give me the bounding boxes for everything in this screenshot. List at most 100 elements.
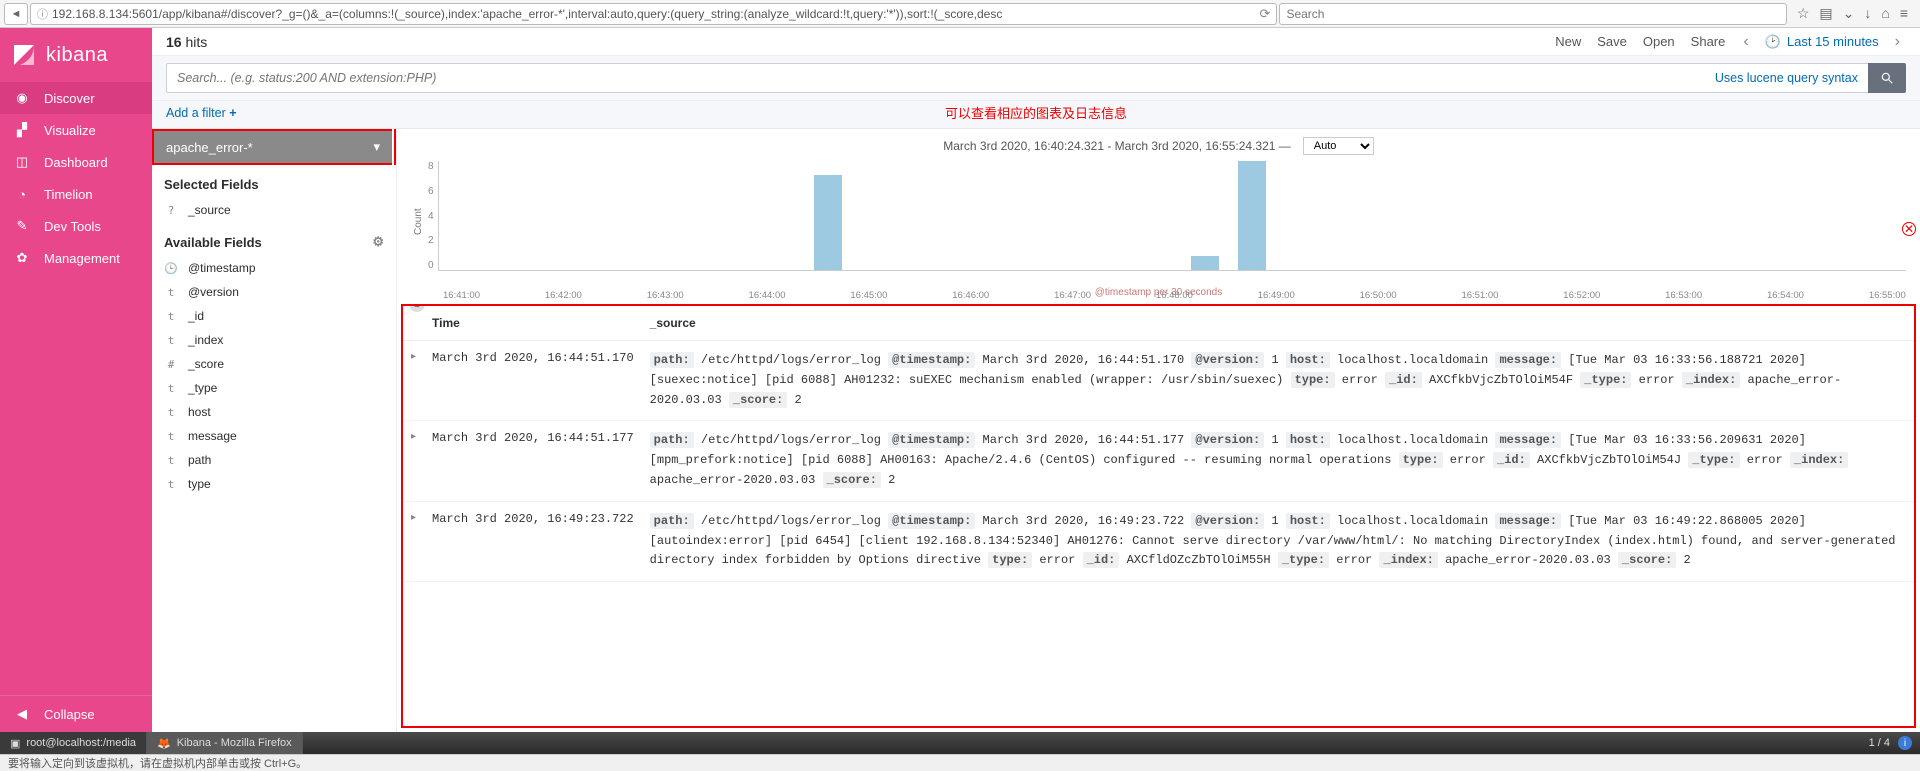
main-content: 16 hits NewSaveOpenShare ‹ 🕑 Last 15 min… <box>152 28 1920 732</box>
sidebar-item-dashboard[interactable]: ◫Dashboard <box>0 146 152 178</box>
col-source[interactable]: _source <box>642 306 1914 341</box>
pocket-icon[interactable]: ⌄ <box>1843 5 1855 22</box>
wrench-icon: ✎ <box>14 218 30 234</box>
expand-row-icon[interactable]: ▸ <box>403 341 424 421</box>
firefox-icon: 🦊 <box>157 737 171 750</box>
search-input[interactable] <box>177 71 1707 85</box>
expand-row-icon[interactable]: ▸ <box>403 501 424 581</box>
info-icon[interactable]: i <box>1898 736 1912 750</box>
field-name: @version <box>188 285 239 299</box>
workspace-indicator[interactable]: 1 / 4 i <box>1861 736 1920 750</box>
field-type[interactable]: ttype <box>152 472 396 496</box>
chart-bar[interactable] <box>1238 161 1266 270</box>
field-type-icon: ? <box>164 204 178 217</box>
selected-fields-title: Selected Fields <box>152 165 396 198</box>
col-time[interactable]: Time <box>424 306 642 341</box>
task-1[interactable]: 🦊Kibana - Mozilla Firefox <box>147 732 303 754</box>
time-prev-icon[interactable]: ‹ <box>1737 33 1754 51</box>
index-pattern-select[interactable]: apache_error-* ▾ <box>152 129 392 165</box>
open-button[interactable]: Open <box>1635 34 1683 49</box>
gear-icon[interactable]: ⚙ <box>372 234 384 250</box>
taskbar: ▣root@localhost:/media🦊Kibana - Mozilla … <box>0 732 1920 754</box>
x-axis-ticks: 16:41:0016:42:0016:43:0016:44:0016:45:00… <box>443 290 1906 301</box>
doc-time: March 3rd 2020, 16:44:51.177 <box>424 421 642 501</box>
field-_index[interactable]: t_index <box>152 328 396 352</box>
search-button[interactable] <box>1868 63 1906 93</box>
clipboard-icon[interactable]: ▤ <box>1819 5 1832 22</box>
home-icon[interactable]: ⌂ <box>1881 5 1889 22</box>
collapse-icon: ◀ <box>14 706 30 722</box>
doc-source: path: /etc/httpd/logs/error_log @timesta… <box>642 421 1914 501</box>
field-name: type <box>188 477 211 491</box>
interval-select[interactable]: Auto <box>1303 137 1374 155</box>
sidebar-item-timelion[interactable]: ◔Timelion <box>0 178 152 210</box>
add-filter-button[interactable]: Add a filter + <box>166 106 237 120</box>
y-axis-ticks: 86420 <box>426 157 438 287</box>
plus-icon: + <box>229 106 236 120</box>
field-type-icon: t <box>164 430 178 443</box>
sidebar-item-label: Dev Tools <box>44 219 101 234</box>
star-icon[interactable]: ☆ <box>1797 5 1810 22</box>
field-name: _id <box>188 309 204 323</box>
browser-actions: ☆ ▤ ⌄ ↓ ⌂ ≡ <box>1789 5 1916 22</box>
url-input[interactable] <box>52 7 1256 21</box>
table-row: ▸ March 3rd 2020, 16:44:51.177 path: /et… <box>403 421 1914 501</box>
field-name: message <box>188 429 237 443</box>
sidebar-item-dev-tools[interactable]: ✎ Dev Tools <box>0 210 152 242</box>
sidebar-item-visualize[interactable]: ▞Visualize <box>0 114 152 146</box>
hits-count: 16 hits <box>166 34 207 50</box>
topbar: 16 hits NewSaveOpenShare ‹ 🕑 Last 15 min… <box>152 28 1920 56</box>
sidebar-item-management[interactable]: ✿Management <box>0 242 152 274</box>
save-button[interactable]: Save <box>1589 34 1635 49</box>
doc-time: March 3rd 2020, 16:49:23.722 <box>424 501 642 581</box>
field-@version[interactable]: t@version <box>152 280 396 304</box>
field-message[interactable]: t message <box>152 424 396 448</box>
field-type-icon: t <box>164 478 178 491</box>
chart-bar[interactable] <box>1191 256 1219 270</box>
new-button[interactable]: New <box>1547 34 1589 49</box>
chart-header: March 3rd 2020, 16:40:24.321 - March 3rd… <box>397 129 1920 157</box>
field-type-icon: t <box>164 310 178 323</box>
vm-status-bar: 要将输入定向到该虚拟机，请在虚拟机内部单击或按 Ctrl+G。 <box>0 754 1920 771</box>
compass-icon: ◉ <box>14 90 30 106</box>
field-path[interactable]: tpath <box>152 448 396 472</box>
field-_type[interactable]: t_type <box>152 376 396 400</box>
time-next-icon[interactable]: › <box>1889 33 1906 51</box>
fields-panel: apache_error-* ▾ Selected Fields ? _sourc… <box>152 129 397 732</box>
sidebar-item-label: Discover <box>44 91 95 106</box>
task-0[interactable]: ▣root@localhost:/media <box>0 732 147 754</box>
doc-table-wrap: ▴ Time _source ▸ March 3rd 2020, 16:44:5… <box>401 304 1916 728</box>
chart-bar[interactable] <box>814 175 842 270</box>
sidebar: kibana ◉ Discover ▞Visualize◫Dashboard◔Tim… <box>0 28 152 732</box>
reload-icon[interactable]: ⟳ <box>1260 6 1271 22</box>
close-chart-icon[interactable]: ✕ <box>1902 222 1916 236</box>
clock-icon: 🕑 <box>1765 34 1781 50</box>
chart-plot[interactable] <box>438 161 1906 271</box>
field-name: _source <box>188 203 231 217</box>
field-host[interactable]: thost <box>152 400 396 424</box>
field-_id[interactable]: t _id <box>152 304 396 328</box>
browser-search-input[interactable] <box>1286 7 1779 21</box>
collapse-button[interactable]: ◀ Collapse <box>0 695 152 732</box>
url-bar[interactable]: ⓘ ⟳ <box>30 3 1277 25</box>
sidebar-item-discover[interactable]: ◉ Discover <box>0 82 152 114</box>
field-_score[interactable]: #_score <box>152 352 396 376</box>
chart-area: Count 86420 ✕ 16:41:0016:42:0016:43:0016… <box>397 157 1920 287</box>
available-fields-title: Available Fields ⚙ <box>152 222 396 256</box>
brand-logo[interactable]: kibana <box>0 28 152 82</box>
field-@timestamp[interactable]: 🕒@timestamp <box>152 256 396 280</box>
back-button[interactable]: ◄ <box>4 3 28 25</box>
share-button[interactable]: Share <box>1683 34 1734 49</box>
download-icon[interactable]: ↓ <box>1864 5 1871 22</box>
field-_source[interactable]: ? _source <box>152 198 396 222</box>
dashboard-icon: ◫ <box>14 154 30 170</box>
chevron-down-icon: ▾ <box>373 139 380 155</box>
browser-search[interactable] <box>1279 3 1786 25</box>
sidebar-item-label: Visualize <box>44 123 96 138</box>
search-box[interactable]: Uses lucene query syntax <box>166 63 1868 93</box>
expand-row-icon[interactable]: ▸ <box>403 421 424 501</box>
menu-icon[interactable]: ≡ <box>1900 5 1908 22</box>
syntax-link[interactable]: Uses lucene query syntax <box>1707 71 1858 85</box>
field-type-icon: t <box>164 406 178 419</box>
time-picker[interactable]: 🕑 Last 15 minutes <box>1759 34 1885 50</box>
